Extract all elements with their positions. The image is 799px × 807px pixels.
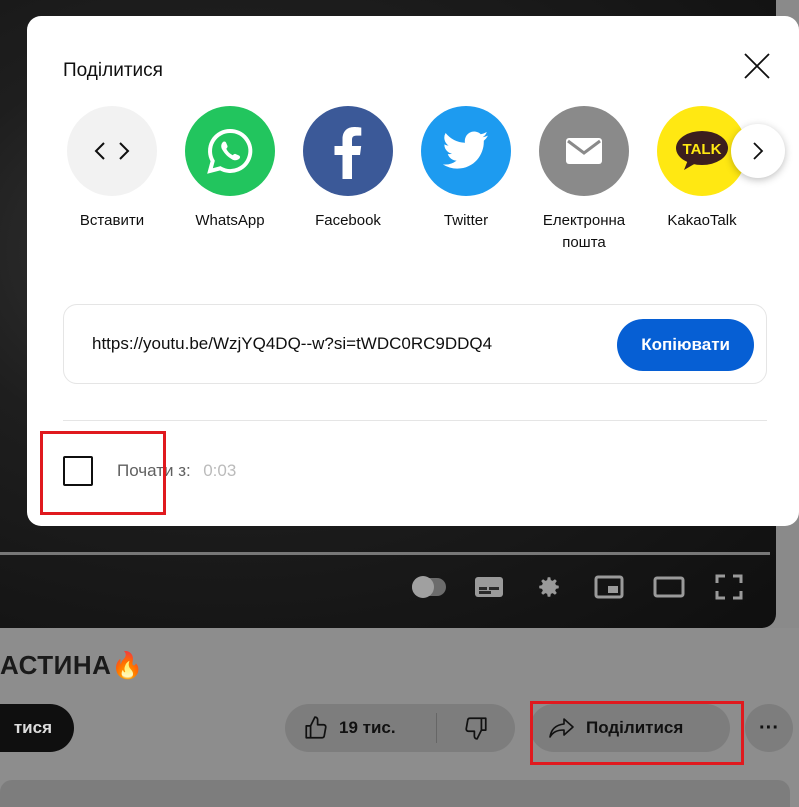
share-button-label: Поділитися: [586, 718, 684, 737]
share-target-embed[interactable]: Вставити: [67, 106, 157, 254]
subtitles-icon: [475, 577, 503, 597]
twitter-icon: [442, 131, 488, 169]
facebook-icon: [334, 127, 362, 179]
subtitles-button[interactable]: [472, 572, 506, 602]
facebook-circle: [303, 106, 393, 196]
share-dialog: Поділитися Вставити WhatsApp Facebook Tw…: [27, 16, 799, 526]
dislike-button[interactable]: [437, 713, 515, 743]
share-target-label: Facebook: [315, 212, 381, 229]
theater-mode-button[interactable]: [652, 572, 686, 602]
whatsapp-circle: [185, 106, 275, 196]
description-box[interactable]: [0, 780, 790, 807]
share-target-kakaotalk[interactable]: TALK KakaoTalk: [657, 106, 747, 254]
share-target-label: Twitter: [443, 212, 489, 229]
embed-code-icon: [94, 142, 130, 160]
autoplay-toggle[interactable]: [412, 572, 446, 602]
twitter-circle: [421, 106, 511, 196]
fire-icon: 🔥: [111, 650, 145, 680]
share-target-facebook[interactable]: Facebook: [303, 106, 393, 254]
share-target-label: Електронна пошта: [542, 212, 626, 251]
player-controls: [412, 572, 746, 602]
kakaotalk-badge: TALK: [683, 141, 722, 158]
thumbs-down-icon: [465, 717, 487, 740]
like-button[interactable]: 19 тис.: [285, 713, 437, 743]
start-at-time[interactable]: 0:03: [203, 461, 236, 480]
share-link-box: https://youtu.be/WzjYQ4DQ--w?si=tWDC0RC9…: [63, 304, 767, 384]
more-actions-button[interactable]: ···: [745, 704, 793, 752]
progress-bar[interactable]: [0, 552, 770, 555]
video-title: АСТИНА🔥: [0, 650, 144, 681]
share-targets: Вставити WhatsApp Facebook Twitter Елект…: [67, 106, 747, 254]
embed-circle: [67, 106, 157, 196]
miniplayer-icon: [594, 575, 624, 599]
share-target-twitter[interactable]: Twitter: [421, 106, 511, 254]
whatsapp-icon: [207, 128, 253, 174]
share-arrow-icon: [549, 718, 574, 738]
share-link-url[interactable]: https://youtu.be/WzjYQ4DQ--w?si=tWDC0RC9…: [92, 334, 584, 354]
subscribe-label: тися: [13, 718, 52, 737]
email-circle: [539, 106, 629, 196]
start-at-label: Почати з:: [117, 461, 191, 480]
like-dislike-group: 19 тис.: [285, 704, 515, 752]
more-icon: ···: [759, 716, 779, 739]
email-icon: [566, 138, 602, 164]
fullscreen-button[interactable]: [712, 572, 746, 602]
theater-mode-icon: [653, 576, 685, 598]
dialog-title: Поділитися: [63, 60, 163, 81]
miniplayer-button[interactable]: [592, 572, 626, 602]
close-icon: [744, 53, 770, 79]
start-at-label-group: Почати з: 0:03: [117, 461, 236, 481]
start-at-checkbox[interactable]: [63, 456, 93, 486]
autoplay-toggle-icon: [412, 576, 446, 598]
gear-icon: [539, 577, 559, 597]
share-target-label: Вставити: [79, 212, 145, 229]
settings-button[interactable]: [532, 572, 566, 602]
share-target-whatsapp[interactable]: WhatsApp: [185, 106, 275, 254]
video-title-text: АСТИНА: [0, 650, 112, 680]
fullscreen-icon: [715, 574, 743, 600]
chevron-right-icon: [753, 142, 764, 160]
next-targets-button[interactable]: [731, 124, 785, 178]
subscribe-button[interactable]: тися: [0, 704, 74, 752]
share-target-email[interactable]: Електронна пошта: [539, 106, 629, 254]
share-button[interactable]: Поділитися: [530, 704, 730, 752]
share-target-label: WhatsApp: [195, 212, 265, 229]
close-button[interactable]: [739, 48, 775, 84]
thumbs-up-icon: [305, 716, 327, 739]
kakaotalk-icon: TALK: [676, 131, 728, 170]
like-count: 19 тис.: [339, 718, 396, 737]
divider: [63, 420, 767, 421]
share-target-label: KakaoTalk: [667, 212, 737, 229]
start-at-row: Почати з: 0:03: [63, 456, 236, 486]
copy-button[interactable]: Копіювати: [617, 319, 754, 371]
